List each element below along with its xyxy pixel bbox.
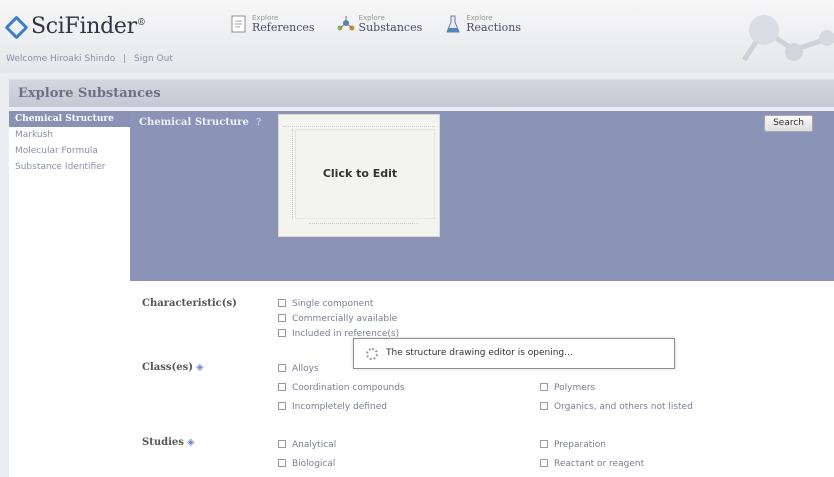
panel-label: Chemical Structure (139, 117, 249, 128)
editor-toolbar (283, 121, 435, 127)
molecule-decoration-icon (741, 15, 834, 62)
checkbox-incompletely-defined[interactable]: Incompletely defined (278, 402, 387, 412)
checkbox-label: Organics, and others not listed (554, 402, 693, 412)
checkbox-box[interactable] (540, 459, 548, 467)
checkbox-box[interactable] (278, 364, 286, 372)
checkbox-box[interactable] (278, 329, 286, 337)
flask-icon (337, 16, 355, 31)
checkbox-box[interactable] (540, 383, 548, 391)
checkbox-label: Coordination compounds (292, 383, 405, 393)
characteristics-label: Characteristic(s) (142, 298, 237, 309)
checkbox-label: Polymers (554, 383, 596, 393)
checkbox-box[interactable] (278, 383, 286, 391)
nav-big-label: Reactions (466, 21, 522, 35)
click-to-edit-label[interactable]: Click to Edit (279, 167, 441, 180)
checkbox-polymers[interactable]: Polymers (540, 383, 595, 393)
loading-spinner-icon (366, 348, 378, 360)
search-options-form: Characteristic(s) Single component Comme… (130, 281, 834, 477)
checkbox-box[interactable] (278, 459, 286, 467)
checkbox-label: Single component (292, 299, 374, 309)
checkbox-organics[interactable]: Organics, and others not listed (540, 402, 693, 412)
studies-label: Studies (142, 437, 184, 448)
structure-editor-preview[interactable]: Click to Edit (278, 114, 440, 237)
user-bar: Welcome Hiroaki Shindo | Sign Out (6, 54, 173, 64)
loading-message: The structure drawing editor is opening.… (386, 348, 573, 358)
document-icon (231, 15, 246, 33)
checkbox-box[interactable] (278, 299, 286, 307)
nav-big-label: References (252, 21, 315, 35)
checkbox-label: Commercially available (292, 314, 398, 324)
checkbox-single-component[interactable]: Single component (278, 299, 373, 309)
info-diamond-icon[interactable]: ◈ (196, 362, 204, 373)
nav-big-label: Substances (358, 21, 423, 35)
section-header: Explore Substances (9, 79, 834, 107)
checkbox-label: Preparation (554, 440, 606, 450)
logo-diamond-icon (4, 15, 29, 40)
nav-explore-reactions[interactable]: Explore Reactions (444, 14, 521, 34)
user-separator: | (123, 54, 127, 64)
checkbox-label: Alloys (292, 364, 319, 374)
checkbox-box[interactable] (278, 314, 286, 322)
page-title: Explore Substances (18, 86, 161, 101)
menu-item-molecular-formula[interactable]: Molecular Formula (9, 143, 130, 159)
checkbox-box[interactable] (540, 440, 548, 448)
checkbox-label: Incompletely defined (292, 402, 387, 412)
checkbox-label: Reactant or reagent (554, 459, 645, 469)
menu-item-chemical-structure[interactable]: Chemical Structure (9, 111, 130, 127)
beaker-icon (446, 15, 460, 33)
info-diamond-icon[interactable]: ◈ (187, 437, 195, 448)
checkbox-analytical[interactable]: Analytical (278, 440, 336, 450)
checkbox-box[interactable] (278, 402, 286, 410)
editor-bottom-bar (309, 223, 419, 231)
menu-item-markush[interactable]: Markush (9, 127, 130, 143)
search-button[interactable]: Search (764, 115, 813, 132)
left-menu: Chemical Structure Markush Molecular For… (9, 111, 130, 477)
menu-item-substance-identifier[interactable]: Substance Identifier (9, 159, 130, 175)
brand-mark: ® (136, 18, 146, 28)
brand-name: SciFinder (31, 14, 137, 39)
checkbox-label: Analytical (292, 440, 337, 450)
checkbox-alloys[interactable]: Alloys (278, 364, 319, 374)
checkbox-label: Biological (292, 459, 336, 469)
help-icon[interactable]: ? (256, 118, 261, 128)
checkbox-reactant-or-reagent[interactable]: Reactant or reagent (540, 459, 644, 469)
checkbox-preparation[interactable]: Preparation (540, 440, 606, 450)
scifinder-logo[interactable]: SciFinder® (4, 14, 146, 40)
welcome-text: Welcome Hiroaki Shindo (6, 54, 116, 64)
sign-out-link[interactable]: Sign Out (134, 54, 173, 64)
checkbox-commercially-available[interactable]: Commercially available (278, 314, 397, 324)
checkbox-coordination-compounds[interactable]: Coordination compounds (278, 383, 405, 393)
checkbox-box[interactable] (278, 440, 286, 448)
main-nav: Explore References Explore Substances Ex… (230, 14, 521, 34)
checkbox-biological[interactable]: Biological (278, 459, 335, 469)
structure-panel: Chemical Structure ? Click to Edit Searc… (130, 111, 834, 281)
classes-label: Class(es) (142, 362, 193, 373)
loading-popup: The structure drawing editor is opening.… (353, 338, 675, 369)
nav-explore-references[interactable]: Explore References (230, 14, 315, 34)
app-header: SciFinder® Explore References Explore Su… (0, 0, 834, 73)
checkbox-box[interactable] (540, 402, 548, 410)
nav-explore-substances[interactable]: Explore Substances (337, 14, 423, 35)
